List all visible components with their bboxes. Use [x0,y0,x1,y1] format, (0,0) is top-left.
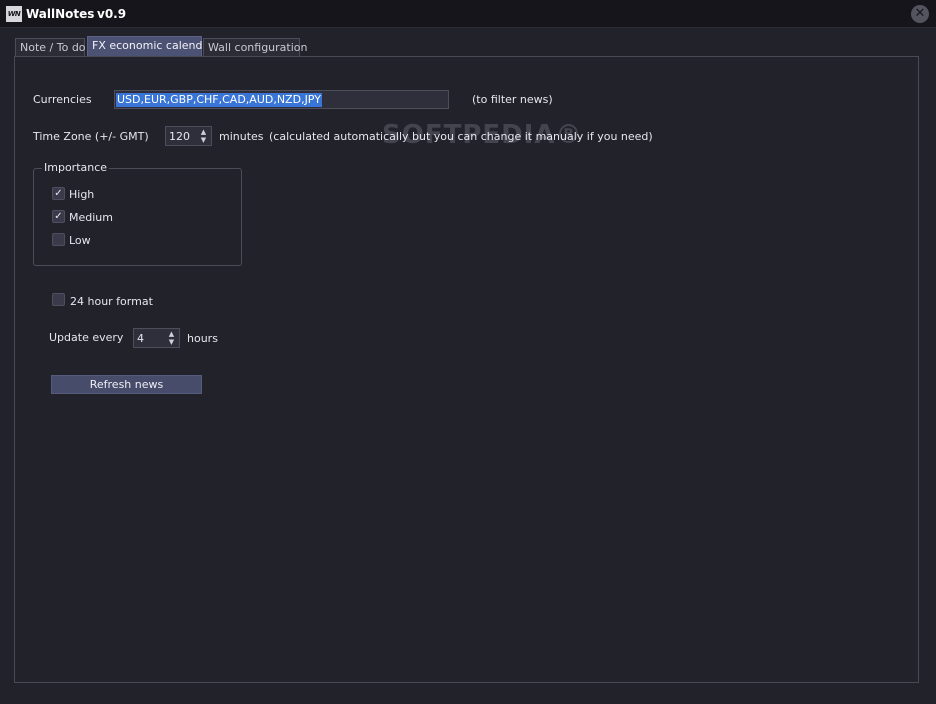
timezone-unit: minutes [219,130,264,143]
format24-checkbox[interactable] [52,293,65,306]
currencies-value: USD,EUR,GBP,CHF,CAD,AUD,NZD,JPY [116,93,322,107]
timezone-value: 120 [169,130,190,143]
tab-fx-economic-calendar[interactable]: FX economic calendar [87,36,214,57]
low-label: Low [69,234,91,247]
tab-wall-configuration[interactable]: Wall configuration [203,38,308,57]
high-label: High [69,188,95,201]
app-logo-icon: WN [6,6,22,22]
refresh-news-button[interactable]: Refresh news [51,375,202,394]
high-checkbox[interactable]: ✓ [52,187,65,200]
currencies-hint: (to filter news) [472,93,553,106]
spin-up-icon[interactable]: ▲ [197,128,210,136]
close-icon[interactable]: ✕ [911,5,929,23]
update-label: Update every [49,331,124,344]
tab-panel [14,56,919,683]
app-version: v0.9 [97,7,127,21]
importance-title: Importance [42,161,110,174]
title-bar: WN WallNotes v0.9 ✕ [0,0,936,28]
medium-checkbox[interactable]: ✓ [52,210,65,223]
timezone-note: (calculated automatically but you can ch… [269,130,653,143]
timezone-label: Time Zone (+/- GMT) [33,130,149,143]
spin-down-icon[interactable]: ▼ [165,338,178,346]
spin-up-icon[interactable]: ▲ [165,330,178,338]
app-title: WallNotes [26,7,95,21]
update-unit: hours [187,332,218,345]
tab-note-todo[interactable]: Note / To do [15,38,86,57]
low-checkbox[interactable] [52,233,65,246]
currencies-label: Currencies [33,93,92,106]
timezone-spinbox[interactable]: 120 ▲ ▼ [165,126,212,146]
update-spinbox[interactable]: 4 ▲ ▼ [133,328,180,348]
timezone-spin-arrows[interactable]: ▲ ▼ [197,128,210,144]
medium-label: Medium [69,211,113,224]
spin-down-icon[interactable]: ▼ [197,136,210,144]
update-value: 4 [137,332,144,345]
update-spin-arrows[interactable]: ▲ ▼ [165,330,178,346]
currencies-input[interactable]: USD,EUR,GBP,CHF,CAD,AUD,NZD,JPY [114,90,449,109]
format24-label: 24 hour format [70,295,153,308]
